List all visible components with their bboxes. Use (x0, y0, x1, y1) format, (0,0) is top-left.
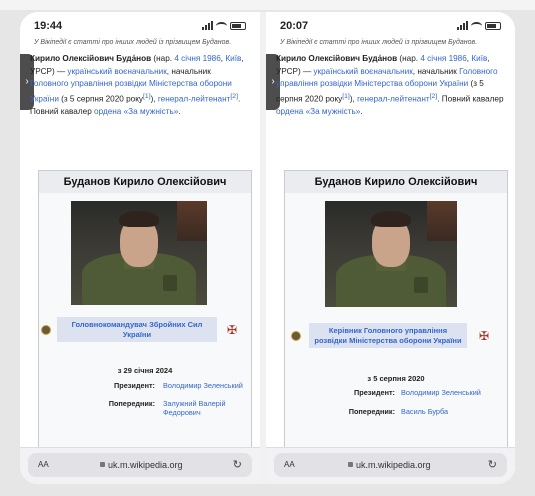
status-icons (202, 21, 246, 30)
reader-settings-button[interactable]: AA (284, 460, 295, 469)
article-subject-name: Кирило Олексійович Буда́нов (276, 54, 398, 63)
intro-text: . (178, 106, 181, 116)
lock-icon (100, 462, 105, 467)
portrait-photo[interactable] (325, 201, 457, 307)
military-cross-icon: ✠ (479, 328, 490, 343)
birthdate-link[interactable]: 4 січня 1986 (174, 54, 220, 63)
left-screenshot: 19:44 › У Вікіпедії є статті про інших л… (20, 12, 260, 484)
portrait-photo[interactable] (71, 201, 207, 305)
wifi-icon (216, 21, 227, 30)
photo-background (427, 201, 457, 241)
article-content: У Вікіпедії є статті про інших людей із … (20, 38, 260, 118)
position-title[interactable]: Головнокомандувач Збройних Сил України (57, 317, 217, 342)
battery-icon (485, 21, 501, 30)
intro-text: , начальник (166, 66, 211, 76)
photo-patch (413, 277, 428, 293)
president-link[interactable]: Володимир Зеленський (163, 381, 249, 390)
intro-text: (нар. (151, 54, 175, 63)
url-field[interactable]: AA uk.m.wikipedia.org ↻ (28, 453, 252, 477)
predecessor-link[interactable]: Залужний Валерій Федорович (163, 399, 243, 417)
position-title[interactable]: Керівник Головного управління розвідки М… (309, 323, 467, 348)
browser-address-bar: AA uk.m.wikipedia.org ↻ (266, 447, 515, 484)
president-label: Президент: (114, 381, 155, 390)
president-row: Президент: Володимир Зеленський (39, 381, 251, 393)
photo-background (177, 201, 207, 241)
battery-icon (230, 21, 246, 30)
reference-link[interactable]: [1] (143, 93, 151, 100)
reference-link[interactable]: [2] (230, 93, 238, 100)
birthplace-link[interactable]: Київ (471, 54, 487, 63)
coat-of-arms-icon (291, 330, 301, 341)
infobox: Буданов Кирило Олексійович Головнокоманд… (38, 170, 252, 448)
browser-address-bar: AA uk.m.wikipedia.org ↻ (20, 447, 260, 484)
president-row: Президент: Володимир Зеленський (285, 388, 507, 400)
intro-text: . (360, 106, 363, 116)
president-label: Президент: (354, 388, 395, 397)
status-icons (457, 21, 501, 30)
status-time: 19:44 (34, 20, 63, 32)
infobox-title: Буданов Кирило Олексійович (39, 171, 251, 193)
comparison-card: 19:44 › У Вікіпедії є статті про інших л… (20, 12, 515, 484)
intro-text: , начальник (412, 66, 460, 76)
lock-icon (348, 462, 353, 467)
status-bar: 20:07 (266, 20, 515, 36)
reader-settings-button[interactable]: AA (38, 460, 49, 469)
military-leader-link[interactable]: український воєначальник (67, 67, 166, 76)
signal-icon (457, 21, 468, 30)
photo-hair (371, 211, 411, 227)
article-content: У Вікіпедії є статті про інших людей із … (266, 38, 515, 118)
predecessor-row: Попередник: Залужний Валерій Федорович (39, 399, 251, 419)
status-time: 20:07 (280, 20, 309, 32)
predecessor-link[interactable]: Василь Бурба (401, 407, 501, 416)
right-screenshot: 20:07 › У Вікіпедії є статті про інших л… (266, 12, 515, 484)
military-cross-icon: ✠ (227, 322, 238, 337)
url-text: uk.m.wikipedia.org (108, 460, 183, 470)
top-strip (0, 0, 535, 10)
position-row: Головнокомандувач Збройних Сил України ✠ (41, 317, 249, 342)
coat-of-arms-icon (41, 324, 51, 335)
predecessor-row: Попередник: Василь Бурба (285, 407, 507, 419)
photo-patch (163, 275, 178, 291)
birthdate-link[interactable]: 4 січня 1986 (420, 54, 466, 63)
reload-icon[interactable]: ↻ (233, 458, 242, 471)
position-row: Керівник Головного управління розвідки М… (287, 323, 505, 348)
reference-link[interactable]: [1] (342, 93, 350, 100)
intro-text: (нар. (397, 54, 421, 63)
photo-hair (119, 211, 159, 227)
president-link[interactable]: Володимир Зеленський (401, 388, 501, 397)
intro-text: . Повний кавалер (437, 94, 504, 104)
birthplace-link[interactable]: Київ (225, 54, 241, 63)
rank-link[interactable]: генерал-лейтенант (158, 94, 231, 103)
status-bar: 19:44 (20, 20, 260, 36)
military-leader-link[interactable]: український воєначальник (313, 67, 412, 76)
url-field[interactable]: AA uk.m.wikipedia.org ↻ (274, 453, 507, 477)
infobox: Буданов Кирило Олексійович Керівник Голо… (284, 170, 508, 448)
article-intro: Кирило Олексійович Буда́нов (нар. 4 січн… (30, 53, 250, 118)
disambiguation-note: У Вікіпедії є статті про інших людей із … (34, 39, 232, 46)
order-link[interactable]: ордена «За мужність» (276, 107, 360, 116)
article-subject-name: Кирило Олексійович Буда́нов (30, 54, 152, 63)
wifi-icon (471, 21, 482, 30)
intro-text: (з 5 серпня 2020 року (58, 94, 143, 104)
reload-icon[interactable]: ↻ (488, 458, 497, 471)
predecessor-label: Попередник: (108, 399, 155, 408)
rank-link[interactable]: генерал-лейтенант (357, 94, 430, 103)
url-text: uk.m.wikipedia.org (356, 460, 431, 470)
term-start-date: з 5 серпня 2020 (367, 374, 425, 383)
predecessor-label: Попередник: (348, 407, 395, 416)
intro-text: ), (150, 94, 158, 104)
signal-icon (202, 21, 213, 30)
order-link[interactable]: ордена «За мужність» (94, 107, 178, 116)
article-intro: Кирило Олексійович Буда́нов (нар. 4 січн… (276, 53, 505, 118)
disambiguation-note: У Вікіпедії є статті про інших людей із … (280, 39, 478, 46)
term-start-date: з 29 січня 2024 (117, 366, 173, 375)
infobox-title: Буданов Кирило Олексійович (285, 171, 507, 193)
